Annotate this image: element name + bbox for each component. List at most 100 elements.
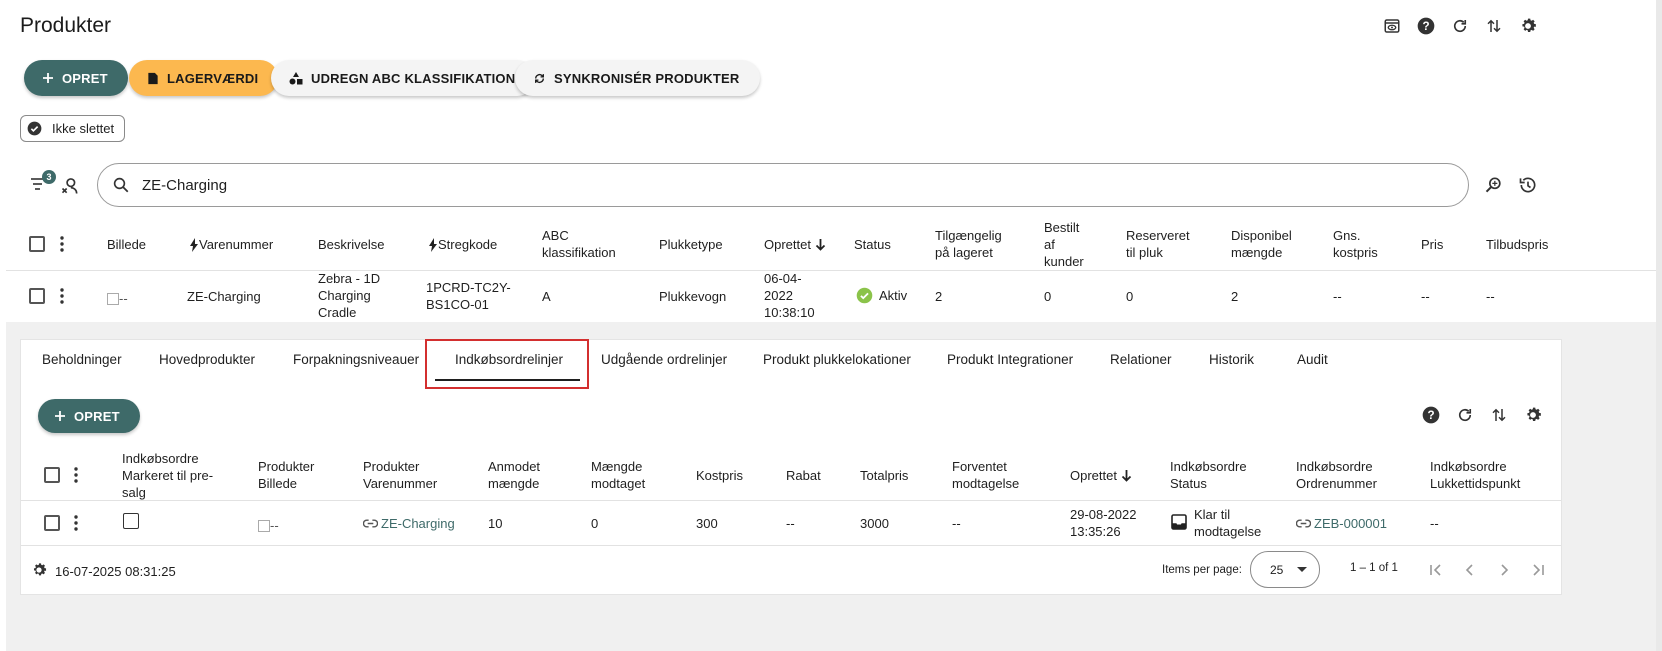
sub-col-expected[interactable]: Forventet modtagelse xyxy=(952,458,1019,492)
search-history-icon[interactable] xyxy=(1518,175,1538,195)
preview-icon[interactable] xyxy=(1381,15,1403,37)
sub-col-total[interactable]: Totalpris xyxy=(860,467,908,484)
col-abc[interactable]: ABC klassifikation xyxy=(542,227,616,261)
col-pick-type[interactable]: Plukketype xyxy=(659,236,723,253)
sub-col-po-number[interactable]: Indkøbsordre Ordrenummer xyxy=(1296,458,1377,492)
col-available[interactable]: Tilgængelig på lageret xyxy=(935,227,1002,261)
col-image[interactable]: Billede xyxy=(107,236,146,253)
search-input[interactable] xyxy=(142,176,1342,194)
presale-checkbox[interactable] xyxy=(123,513,139,529)
tab-forpakningsniveauer[interactable]: Forpakningsniveauer xyxy=(293,352,419,367)
col-item-number[interactable]: Varenummer xyxy=(189,236,273,253)
broken-image-icon xyxy=(107,292,119,305)
cell-status: Aktiv xyxy=(856,287,907,304)
cell-disposable: 2 xyxy=(1231,289,1239,304)
cell-description: Zebra - 1D Charging Cradle xyxy=(318,270,380,321)
broken-image-icon xyxy=(258,519,270,532)
col-created[interactable]: Oprettet xyxy=(764,236,826,253)
sub-item-number-link[interactable]: ZE-Charging xyxy=(363,515,455,532)
sub-row-more-menu-icon[interactable] xyxy=(71,514,81,532)
header-more-menu-icon[interactable] xyxy=(57,235,67,253)
sub-sort-icon[interactable] xyxy=(1488,404,1510,426)
sub-row-divider xyxy=(21,545,1561,546)
cell-available: 2 xyxy=(935,289,943,304)
tab-produkt-plukkelokationer[interactable]: Produkt plukkelokationer xyxy=(763,352,911,367)
product-image-alt: -- xyxy=(119,291,128,306)
sort-icon[interactable] xyxy=(1483,15,1505,37)
advanced-search-icon[interactable] xyxy=(1484,175,1504,195)
first-page-icon[interactable] xyxy=(1425,559,1447,581)
sub-col-discount[interactable]: Rabat xyxy=(786,467,821,484)
col-avg-cost-line2: kostpris xyxy=(1333,245,1378,260)
row-more-menu-icon[interactable] xyxy=(57,287,67,305)
cell-barcode: 1PCRD-TC2Y- BS1CO-01 xyxy=(426,279,511,313)
sub-col-image[interactable]: Produkter Billede xyxy=(258,458,314,492)
settings-icon[interactable] xyxy=(1517,15,1539,37)
sub-col-presale-line2: Markeret til pre- xyxy=(122,468,214,483)
last-page-icon[interactable] xyxy=(1527,559,1549,581)
col-status[interactable]: Status xyxy=(854,236,891,253)
cell-item-number: ZE-Charging xyxy=(187,289,261,304)
col-offer-price[interactable]: Tilbudspris xyxy=(1486,236,1548,253)
sync-button-label: SYNKRONISÉR PRODUKTER xyxy=(554,70,740,86)
tab-beholdninger[interactable]: Beholdninger xyxy=(42,352,122,367)
col-avg-cost[interactable]: Gns. kostpris xyxy=(1333,227,1378,261)
sub-col-created[interactable]: Oprettet xyxy=(1070,467,1132,484)
col-barcode[interactable]: Stregkode xyxy=(428,236,497,253)
filter-icon[interactable]: 3 xyxy=(30,170,56,192)
sub-col-item-number[interactable]: Produkter Varenummer xyxy=(363,458,437,492)
dropdown-arrow-icon xyxy=(1297,566,1308,573)
sub-select-all-checkbox[interactable] xyxy=(44,467,60,483)
footer-settings-icon[interactable] xyxy=(30,561,48,579)
sub-header-more-menu-icon[interactable] xyxy=(71,466,81,484)
tab-udgaende-ordrelinjer[interactable]: Udgående ordrelinjer xyxy=(601,352,727,367)
sub-header-divider xyxy=(21,500,1561,501)
po-number-link[interactable]: ZEB-000001 xyxy=(1296,515,1387,532)
sub-col-po-number-line1: Indkøbsordre xyxy=(1296,459,1373,474)
search-field[interactable] xyxy=(97,163,1469,207)
search-icon xyxy=(112,176,130,194)
col-description[interactable]: Beskrivelse xyxy=(318,236,384,253)
scrollbar[interactable] xyxy=(1656,0,1662,651)
tab-hovedprodukter[interactable]: Hovedprodukter xyxy=(159,352,255,367)
sub-create-label: OPRET xyxy=(74,408,120,424)
col-reserved[interactable]: Reserveret til pluk xyxy=(1126,227,1190,261)
col-disposable[interactable]: Disponibel mængde xyxy=(1231,227,1292,261)
sub-create-button[interactable]: OPRET xyxy=(38,399,140,433)
sync-products-button[interactable]: SYNKRONISÉR PRODUKTER xyxy=(515,60,760,96)
row-checkbox[interactable] xyxy=(29,288,45,304)
col-avg-cost-line1: Gns. xyxy=(1333,228,1361,243)
refresh-icon[interactable] xyxy=(1449,15,1471,37)
sub-col-po-status[interactable]: Indkøbsordre Status xyxy=(1170,458,1247,492)
tab-audit[interactable]: Audit xyxy=(1297,352,1328,367)
col-price[interactable]: Pris xyxy=(1421,236,1443,253)
help-icon[interactable]: ? xyxy=(1415,15,1437,37)
bolt-icon xyxy=(189,237,199,252)
tab-produkt-integrationer[interactable]: Produkt Integrationer xyxy=(947,352,1073,367)
abc-classification-button[interactable]: UDREGN ABC KLASSIFIKATION xyxy=(271,60,536,96)
sub-row-checkbox[interactable] xyxy=(44,515,60,531)
sub-col-received[interactable]: Mængde modtaget xyxy=(591,458,645,492)
sub-col-requested[interactable]: Anmodet mængde xyxy=(488,458,540,492)
tab-relationer[interactable]: Relationer xyxy=(1110,352,1172,367)
not-deleted-filter-chip[interactable]: Ikke slettet xyxy=(20,115,126,142)
create-button[interactable]: OPRET xyxy=(24,60,128,96)
sub-col-cost[interactable]: Kostpris xyxy=(696,467,743,484)
sub-col-presale[interactable]: Indkøbsordre Markeret til pre- salg xyxy=(122,450,213,501)
items-per-page-select[interactable]: 25 xyxy=(1250,551,1320,588)
status-label: Aktiv xyxy=(879,288,908,303)
clear-search-user-icon[interactable] xyxy=(60,176,80,196)
col-ordered[interactable]: Bestilt af kunder xyxy=(1044,219,1084,270)
sub-settings-icon[interactable] xyxy=(1522,404,1544,426)
select-all-checkbox[interactable] xyxy=(29,236,45,252)
previous-page-icon[interactable] xyxy=(1459,559,1481,581)
sub-refresh-icon[interactable] xyxy=(1454,404,1476,426)
pagination-range: 1 – 1 of 1 xyxy=(1350,562,1398,574)
tab-historik[interactable]: Historik xyxy=(1209,352,1254,367)
sub-col-close-time[interactable]: Indkøbsordre Lukkettidspunkt xyxy=(1430,458,1520,492)
next-page-icon[interactable] xyxy=(1493,559,1515,581)
sub-cell-created: 29-08-2022 13:35:26 xyxy=(1070,506,1137,540)
sub-col-image-line1: Produkter xyxy=(258,459,315,474)
sub-help-icon[interactable]: ? xyxy=(1420,404,1442,426)
stock-value-button[interactable]: LAGERVÆRDI xyxy=(129,60,279,96)
